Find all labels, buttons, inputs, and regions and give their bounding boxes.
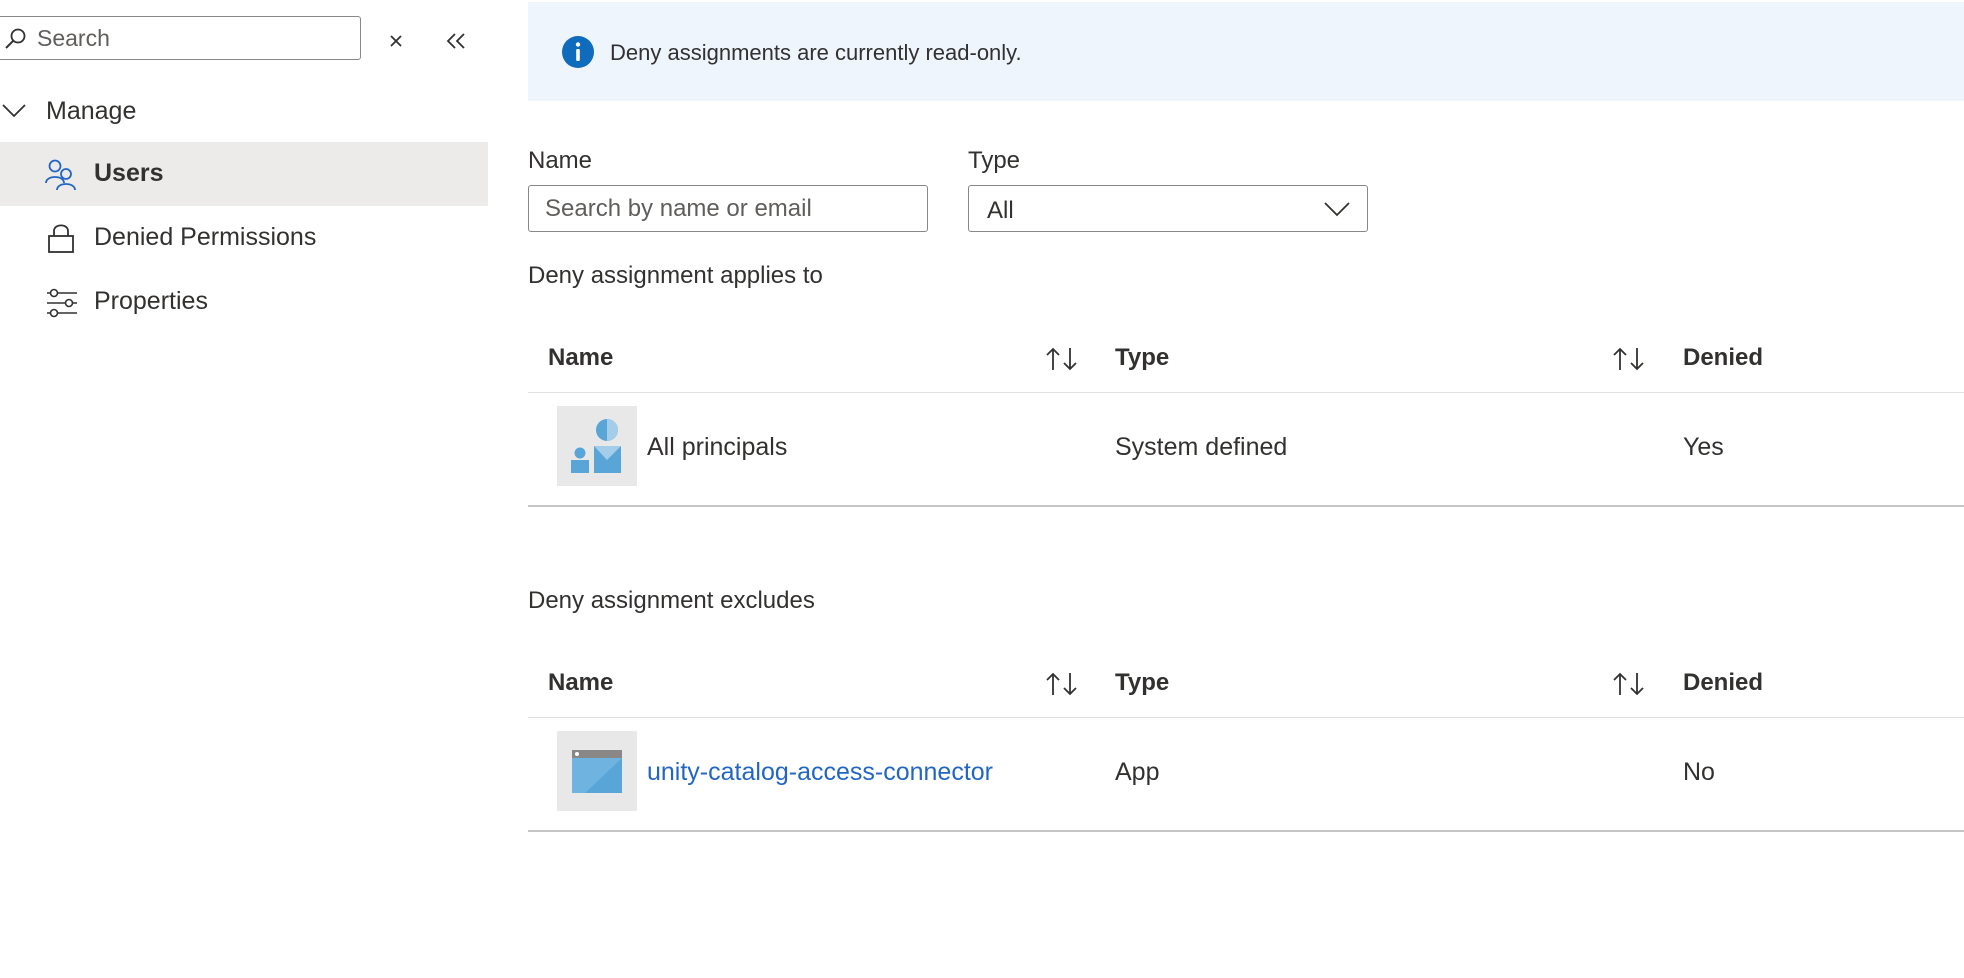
sort-arrows-icon [1611, 670, 1647, 698]
sidebar-item-users[interactable]: Users [0, 142, 488, 206]
clear-search-button[interactable] [384, 29, 408, 53]
column-header-type: Type [1115, 344, 1170, 371]
name-filter-label: Name [528, 147, 593, 174]
sort-type-button[interactable] [1611, 670, 1647, 698]
collapse-sidebar-button[interactable] [443, 29, 469, 53]
sidebar: Manage Users Denied Permissions [0, 0, 488, 978]
app-icon [557, 731, 637, 811]
excludes-title: Deny assignment excludes [528, 587, 815, 614]
sidebar-item-label: Properties [94, 287, 208, 315]
column-header-name: Name [548, 344, 614, 371]
row-denied: Yes [1683, 433, 1724, 461]
manage-label: Manage [46, 97, 137, 125]
table-row[interactable]: All principals System defined Yes [528, 393, 1964, 505]
sort-arrows-icon [1044, 670, 1080, 698]
sidebar-item-denied-permissions[interactable]: Denied Permissions [0, 206, 488, 270]
search-input[interactable] [37, 21, 347, 55]
manage-group-toggle[interactable]: Manage [0, 91, 300, 131]
sort-name-button[interactable] [1044, 345, 1080, 373]
column-header-type: Type [1115, 669, 1170, 696]
info-icon [561, 35, 595, 69]
row-type: App [1115, 758, 1160, 786]
close-icon [384, 29, 408, 53]
column-header-denied: Denied [1683, 344, 1764, 371]
sort-type-button[interactable] [1611, 345, 1647, 373]
info-banner: Deny assignments are currently read-only… [528, 2, 1964, 101]
column-header-name: Name [548, 669, 614, 696]
sort-arrows-icon [1611, 345, 1647, 373]
table-bottom-divider [528, 830, 1964, 832]
chevron-down-icon [0, 100, 28, 122]
row-type: System defined [1115, 433, 1288, 461]
sidebar-item-label: Users [94, 159, 164, 187]
table-bottom-divider [528, 505, 1964, 507]
search-icon [3, 28, 29, 50]
row-denied: No [1683, 758, 1715, 786]
sort-name-button[interactable] [1044, 670, 1080, 698]
search-box[interactable] [0, 16, 361, 60]
type-filter-value: All [987, 197, 1014, 224]
users-icon [44, 159, 78, 191]
sort-arrows-icon [1044, 345, 1080, 373]
applies-to-title: Deny assignment applies to [528, 262, 823, 289]
double-chevron-left-icon [443, 29, 469, 53]
chevron-down-icon [1323, 200, 1351, 218]
sliders-icon [45, 288, 79, 318]
sidebar-item-properties[interactable]: Properties [0, 270, 488, 334]
banner-text: Deny assignments are currently read-only… [610, 40, 1022, 65]
lock-icon [47, 222, 75, 254]
row-name-link[interactable]: unity-catalog-access-connector [647, 758, 993, 787]
column-header-denied: Denied [1683, 669, 1764, 696]
table-row[interactable]: unity-catalog-access-connector App No [528, 718, 1964, 830]
name-filter-input[interactable] [528, 185, 928, 232]
row-name: All principals [647, 433, 788, 461]
type-filter-dropdown[interactable]: All [968, 185, 1368, 232]
principals-icon [557, 406, 637, 486]
sidebar-item-label: Denied Permissions [94, 223, 317, 251]
type-filter-label: Type [968, 147, 1021, 174]
